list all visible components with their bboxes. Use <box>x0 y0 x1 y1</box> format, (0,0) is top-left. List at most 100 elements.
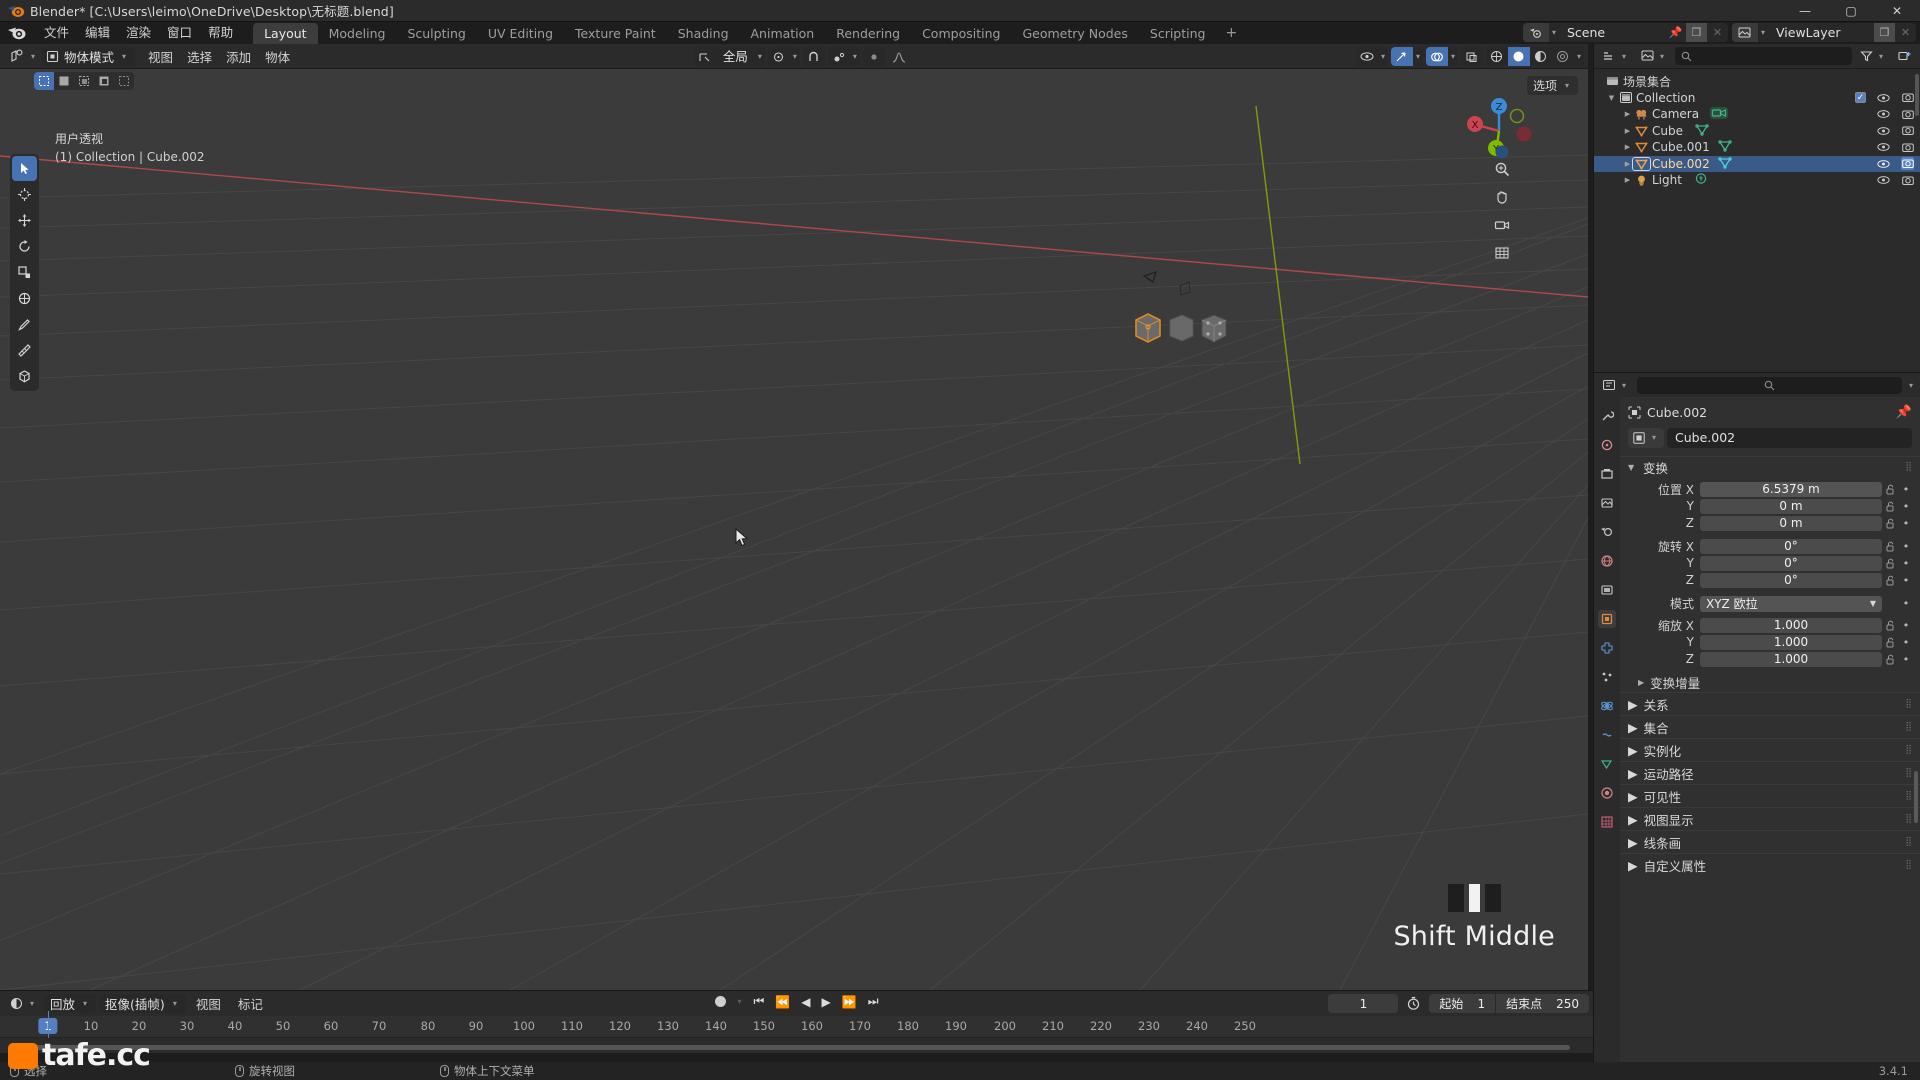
measure-tool[interactable] <box>12 338 37 363</box>
editor-type-button[interactable]: ▾ <box>6 47 42 66</box>
use-preview-range-icon[interactable] <box>1402 994 1425 1013</box>
tab-texture[interactable] <box>1598 813 1616 831</box>
cube-001-expander-icon[interactable]: ▶ <box>1622 143 1633 151</box>
location-x-animate-icon[interactable]: • <box>1900 483 1912 496</box>
cube-002-expander-icon[interactable]: ▶ <box>1622 160 1633 168</box>
overlays-toggle[interactable]: ▾ <box>1426 47 1458 66</box>
properties-scrollbar[interactable] <box>1914 771 1918 823</box>
maximize-button[interactable]: ▢ <box>1828 0 1874 22</box>
cube-002-hide-viewport-icon[interactable] <box>1877 157 1890 170</box>
outliner-row-cube-001[interactable]: ▶ Cube.001 <box>1594 139 1920 156</box>
timeline-editor[interactable]: ▾ 回放 ▾ 抠像(插帧) ▾ 视图 标记 ▾ ⏮ ⏪ ◀ ▶ ⏩ <box>0 990 1593 1052</box>
select-tool-modes[interactable] <box>34 72 134 90</box>
tab-physics[interactable] <box>1598 697 1616 715</box>
outliner-display-mode-button[interactable]: ▾ <box>1637 47 1671 66</box>
tab-layout[interactable]: Layout <box>253 23 318 44</box>
pivot-point-icon[interactable] <box>768 47 790 66</box>
scene-objects[interactable] <box>1130 306 1240 360</box>
rotation-z-animate-icon[interactable]: • <box>1900 574 1912 587</box>
keying-menu[interactable]: 抠像(插帧) ▾ <box>99 994 186 1013</box>
transform-orientation-selector[interactable]: 全局 ▾ <box>694 47 765 66</box>
outliner-scrollbar[interactable] <box>1915 74 1919 116</box>
outliner-filter-button[interactable]: ▾ <box>1856 47 1890 66</box>
custom-properties-panel[interactable]: ▶ 自定义属性 ⣿ <box>1620 853 1920 876</box>
blender-menu-icon[interactable] <box>6 24 28 42</box>
shading-solid-icon[interactable] <box>1508 47 1530 66</box>
viewport-3d[interactable]: ▾ 物体模式 ▾ 视图 选择 添加 物体 <box>0 44 1588 990</box>
viewport-menu-view[interactable]: 视图 <box>141 45 180 68</box>
visibility-panel[interactable]: ▶ 可见性 ⣿ <box>1620 784 1920 807</box>
cube-disable-render-icon[interactable] <box>1901 124 1914 137</box>
tweak-tool[interactable] <box>12 156 37 181</box>
snap-controls[interactable]: ▾ <box>768 47 800 66</box>
light-disable-render-icon[interactable] <box>1901 174 1914 187</box>
camera-view-icon[interactable] <box>1492 215 1512 235</box>
location-z-lock-icon[interactable] <box>1882 518 1900 529</box>
falloff-circle-icon[interactable] <box>863 47 885 66</box>
timeline-editor-type-button[interactable]: ▾ <box>6 994 41 1013</box>
line-art-panel[interactable]: ▶ 线条画 ⣿ <box>1620 830 1920 853</box>
annotate-tool[interactable] <box>12 312 37 337</box>
rotation-z-input[interactable]: 0° <box>1700 573 1882 588</box>
outliner-editor-type-button[interactable]: ▾ <box>1598 47 1633 66</box>
timeline-horizontal-scrollbar[interactable] <box>10 1045 1570 1050</box>
rotation-y-animate-icon[interactable]: • <box>1900 557 1912 570</box>
pin-id-icon[interactable]: 📌 <box>1896 405 1912 420</box>
shading-material-icon[interactable] <box>1530 47 1552 66</box>
tab-texture-paint[interactable]: Texture Paint <box>564 23 667 44</box>
cube-001-hide-viewport-icon[interactable] <box>1877 141 1890 154</box>
end-frame-control[interactable]: 结束点 250 <box>1496 994 1589 1013</box>
cursor-tool[interactable] <box>12 182 37 207</box>
tab-shading[interactable]: Shading <box>667 23 740 44</box>
scene-name[interactable]: Scene <box>1559 23 1665 42</box>
overlays-icon[interactable] <box>1426 47 1448 66</box>
location-y-animate-icon[interactable]: • <box>1900 500 1912 513</box>
tab-geometry-nodes[interactable]: Geometry Nodes <box>1011 23 1138 44</box>
proportional-editing-toggle[interactable]: ▾ <box>828 47 860 66</box>
tab-rendering[interactable]: Rendering <box>825 23 911 44</box>
tab-view-layer[interactable] <box>1598 494 1616 512</box>
viewport-options-button[interactable]: 选项 ▾ <box>1527 76 1578 95</box>
zoom-icon[interactable] <box>1492 159 1512 179</box>
snap-magnet-toggle[interactable] <box>803 47 825 66</box>
tab-output[interactable] <box>1598 465 1616 483</box>
camera-hide-viewport-icon[interactable] <box>1877 108 1890 121</box>
shading-mode-selector[interactable]: ▾ <box>1486 47 1584 66</box>
tab-modifiers[interactable] <box>1598 639 1616 657</box>
transform-panel-header[interactable]: ▼ 变换 ⣿ <box>1620 456 1920 477</box>
delta-transform-panel[interactable]: ▶ 变换增量 <box>1620 673 1920 692</box>
jump-to-end-button[interactable]: ⏭ <box>868 994 879 1009</box>
viewport-menu-select[interactable]: 选择 <box>180 45 219 68</box>
scale-z-animate-icon[interactable]: • <box>1900 653 1912 666</box>
camera-data-icon[interactable] <box>1709 106 1729 123</box>
camera-expander-icon[interactable]: ▶ <box>1622 110 1633 118</box>
rotation-z-lock-icon[interactable] <box>1882 575 1900 586</box>
viewport-menu-object[interactable]: 物体 <box>258 45 297 68</box>
scale-tool[interactable] <box>12 260 37 285</box>
tab-object-data[interactable] <box>1598 755 1616 773</box>
jump-to-start-button[interactable]: ⏮ <box>754 994 765 1009</box>
tab-collection[interactable] <box>1598 581 1616 599</box>
location-z-animate-icon[interactable]: • <box>1900 517 1912 530</box>
current-frame-input[interactable]: 1 <box>1328 994 1398 1013</box>
timeline-ruler[interactable]: 10 20 30 40 50 60 70 80 90 100 110 120 1… <box>0 1016 1593 1038</box>
scale-x-animate-icon[interactable]: • <box>1900 619 1912 632</box>
proportional-icon[interactable] <box>828 47 850 66</box>
rotation-x-lock-icon[interactable] <box>1882 541 1900 552</box>
menu-file[interactable]: 文件 <box>36 24 77 42</box>
properties-options-caret-icon[interactable]: ▾ <box>1906 381 1916 390</box>
tab-world[interactable] <box>1598 552 1616 570</box>
new-scene-icon[interactable]: ❐ <box>1686 23 1707 42</box>
relations-panel[interactable]: ▶ 关系 ⣿ <box>1620 692 1920 715</box>
select-invert-icon[interactable] <box>94 72 114 90</box>
prev-keyframe-button[interactable]: ⏪ <box>775 995 790 1009</box>
tab-scene[interactable] <box>1598 523 1616 541</box>
cube-002-disable-render-icon[interactable] <box>1901 157 1914 170</box>
select-extend-icon[interactable] <box>54 72 74 90</box>
add-workspace-button[interactable]: + <box>1216 23 1246 44</box>
rotation-y-lock-icon[interactable] <box>1882 558 1900 569</box>
light-expander-icon[interactable]: ▶ <box>1622 176 1633 184</box>
remove-scene-icon[interactable]: ✕ <box>1707 23 1728 42</box>
collections-panel[interactable]: ▶ 集合 ⣿ <box>1620 715 1920 738</box>
scene-selector[interactable]: ▾ Scene 📌 ❐ ✕ <box>1523 23 1728 42</box>
